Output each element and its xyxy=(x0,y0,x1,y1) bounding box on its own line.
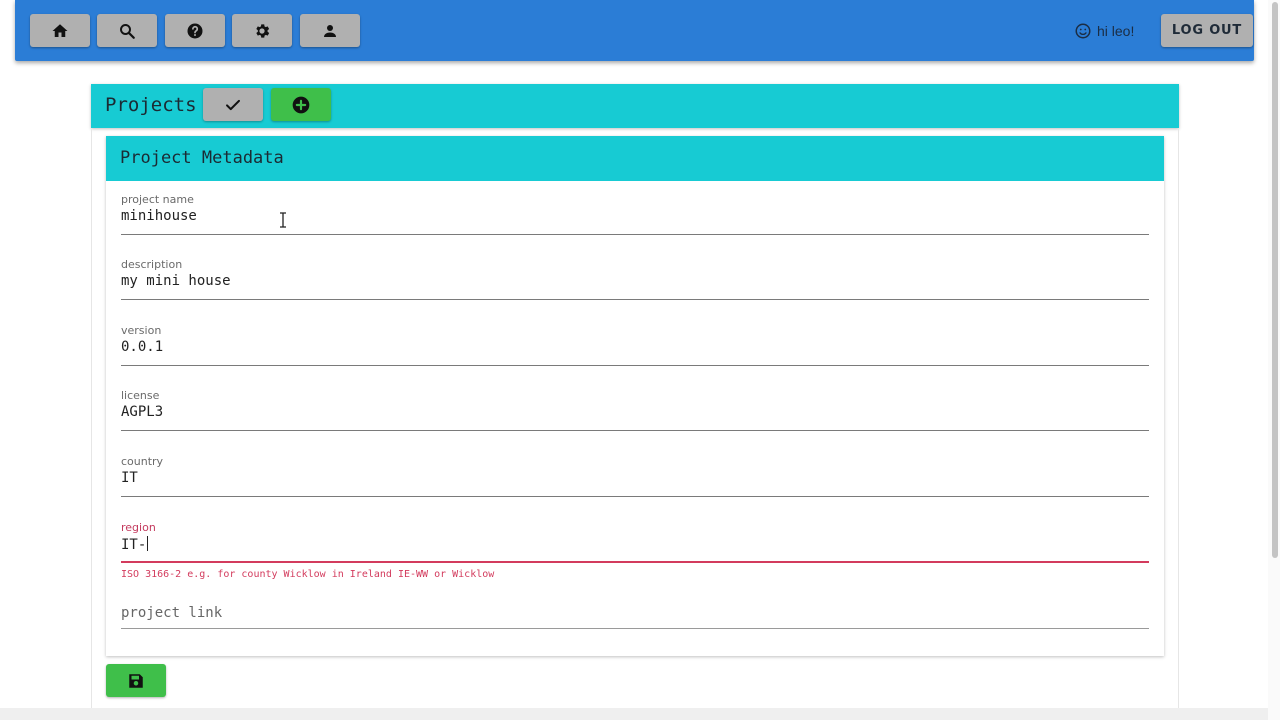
field-value[interactable]: my mini house xyxy=(121,273,231,289)
region-field[interactable]: region IT- ISO 3166-2 e.g. for county Wi… xyxy=(121,521,1149,580)
search-button[interactable] xyxy=(97,14,157,47)
scrollbar-thumb[interactable] xyxy=(1272,2,1278,558)
gear-icon xyxy=(256,23,270,38)
region-error-hint: ISO 3166-2 e.g. for county Wicklow in Ir… xyxy=(121,569,495,580)
profile-button[interactable] xyxy=(300,14,360,47)
search-icon xyxy=(120,23,135,39)
project-link-field[interactable]: project link xyxy=(121,601,1149,657)
field-underline xyxy=(121,430,1149,431)
help-icon xyxy=(187,23,203,38)
home-icon xyxy=(52,23,68,37)
field-placeholder[interactable]: project link xyxy=(121,605,222,621)
field-label: country xyxy=(121,455,164,468)
field-underline xyxy=(121,496,1149,497)
field-value: IT- xyxy=(121,537,147,553)
field-underline xyxy=(121,234,1149,235)
license-field[interactable]: license AGPL3 xyxy=(121,389,1149,445)
project-name-field[interactable]: project name minihouse xyxy=(121,193,1149,249)
field-value[interactable]: minihouse xyxy=(121,208,197,224)
add-project-button[interactable] xyxy=(271,88,331,121)
version-field[interactable]: version 0.0.1 xyxy=(121,324,1149,380)
field-value[interactable]: AGPL3 xyxy=(121,404,163,420)
bottom-edge xyxy=(0,708,1268,720)
field-value[interactable]: IT xyxy=(121,470,138,486)
field-value[interactable]: 0.0.1 xyxy=(121,339,163,355)
field-label: license xyxy=(121,389,160,402)
plus-circle-icon xyxy=(292,96,310,113)
scrollbar[interactable] xyxy=(1268,0,1280,720)
card-header: Project Metadata xyxy=(106,136,1164,181)
greeting-text: hi leo! xyxy=(1097,23,1135,39)
settings-button[interactable] xyxy=(232,14,292,47)
field-value-wrap[interactable]: IT- xyxy=(121,536,149,553)
country-field[interactable]: country IT xyxy=(121,455,1149,511)
field-label: version xyxy=(121,324,162,337)
field-underline xyxy=(121,365,1149,366)
card-title: Project Metadata xyxy=(120,148,284,168)
field-label: region xyxy=(121,521,156,534)
description-field[interactable]: description my mini house xyxy=(121,258,1149,314)
field-underline xyxy=(121,561,1149,563)
smiley-icon xyxy=(1075,23,1091,39)
field-label: project name xyxy=(121,193,194,206)
page-title: Projects xyxy=(105,94,197,116)
field-underline xyxy=(121,628,1149,629)
check-icon xyxy=(226,99,240,110)
user-icon xyxy=(324,24,336,37)
save-button[interactable] xyxy=(106,664,166,697)
help-button[interactable] xyxy=(165,14,225,47)
top-app-bar: hi leo! LOG OUT xyxy=(15,0,1254,61)
floppy-disk-icon xyxy=(129,673,143,688)
projects-toolbar: Projects xyxy=(91,84,1179,128)
logout-button[interactable]: LOG OUT xyxy=(1161,14,1253,47)
field-underline xyxy=(121,299,1149,300)
text-cursor-icon xyxy=(280,212,286,228)
field-label: description xyxy=(121,258,183,271)
project-metadata-card: Project Metadata project name minihouse … xyxy=(106,136,1164,656)
text-caret xyxy=(147,536,149,551)
home-button[interactable] xyxy=(30,14,90,47)
confirm-button[interactable] xyxy=(203,88,263,121)
user-greeting: hi leo! xyxy=(1074,21,1134,41)
